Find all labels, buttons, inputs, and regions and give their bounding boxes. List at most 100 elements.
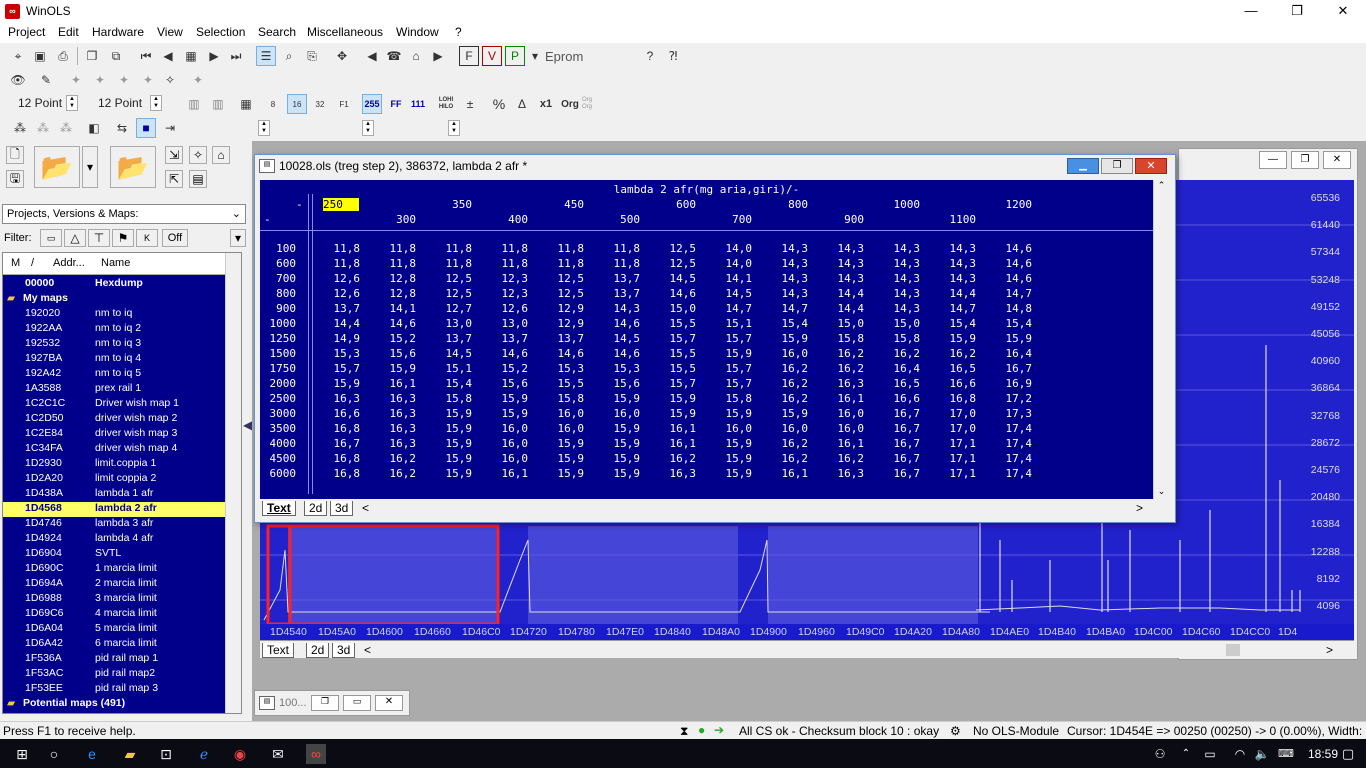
chrome-icon[interactable]: ◉ bbox=[230, 744, 250, 764]
x-axis-label[interactable]: 700 bbox=[712, 213, 752, 226]
font-size-1[interactable]: 12 Point bbox=[18, 96, 62, 110]
map-cell[interactable]: 16,1 bbox=[824, 392, 865, 405]
map-cell[interactable]: 16,3 bbox=[376, 437, 417, 450]
map-cell[interactable]: 16,6 bbox=[320, 407, 361, 420]
collapse-arrow-icon[interactable]: ◀ bbox=[243, 418, 252, 442]
map-cell[interactable]: 13,0 bbox=[488, 317, 529, 330]
map-cell[interactable]: 14,8 bbox=[992, 302, 1033, 315]
map-cell[interactable]: 16,1 bbox=[656, 437, 697, 450]
map-cell[interactable]: 12,5 bbox=[544, 287, 585, 300]
map-cell[interactable]: 15,8 bbox=[824, 332, 865, 345]
map-cell[interactable]: 17,0 bbox=[936, 422, 977, 435]
view-b-icon[interactable]: ⁂ bbox=[33, 118, 53, 138]
map-cell[interactable]: 16,5 bbox=[880, 377, 921, 390]
map-cell[interactable]: 15,9 bbox=[320, 377, 361, 390]
map-cell[interactable]: 14,4 bbox=[936, 287, 977, 300]
map-cell[interactable]: 15,0 bbox=[824, 317, 865, 330]
map-cell[interactable]: 14,9 bbox=[320, 332, 361, 345]
map-cell[interactable]: 16,7 bbox=[880, 452, 921, 465]
map-cell[interactable]: 17,3 bbox=[992, 407, 1033, 420]
map-vscroll[interactable]: ⌃ ⌄ bbox=[1153, 180, 1169, 499]
map-cell[interactable]: 12,3 bbox=[488, 272, 529, 285]
map-cell[interactable]: 17,1 bbox=[936, 437, 977, 450]
map-cell[interactable]: 15,9 bbox=[600, 422, 641, 435]
y-axis-label[interactable]: 6000 bbox=[260, 467, 297, 480]
map-cell[interactable]: 12,7 bbox=[432, 302, 473, 315]
tool-e-icon[interactable]: ✧ bbox=[160, 70, 180, 90]
list-item[interactable]: 1D6A42 6 marcia limit bbox=[3, 637, 225, 652]
map-cell[interactable]: 11,8 bbox=[432, 242, 473, 255]
map-cell[interactable]: 14,3 bbox=[824, 272, 865, 285]
list-item[interactable]: 1F53AC pid rail map2 bbox=[3, 667, 225, 682]
map-cell[interactable]: 16,7 bbox=[880, 407, 921, 420]
list-item[interactable]: 1927BA nm to iq 4 bbox=[3, 352, 225, 367]
view-c-icon[interactable]: ⁂ bbox=[56, 118, 76, 138]
map-cell[interactable]: 14,6 bbox=[376, 317, 417, 330]
map-cell[interactable]: 14,3 bbox=[768, 242, 809, 255]
map-cell[interactable]: 16,7 bbox=[880, 467, 921, 480]
grid-icon[interactable]: ▦ bbox=[181, 46, 201, 66]
spinner-c[interactable]: ▲ ▼ bbox=[448, 120, 460, 136]
map-cell[interactable]: 12,5 bbox=[656, 242, 697, 255]
map-minimize-button[interactable]: ▁ bbox=[1067, 158, 1099, 174]
copy-icon[interactable]: ⎘ bbox=[302, 46, 322, 66]
y-axis-label[interactable]: 1750 bbox=[260, 362, 297, 375]
map-cell[interactable]: 16,7 bbox=[320, 437, 361, 450]
map-cell[interactable]: 14,1 bbox=[712, 272, 753, 285]
map-cell[interactable]: 14,4 bbox=[320, 317, 361, 330]
map-cell[interactable]: 11,8 bbox=[320, 257, 361, 270]
pointer-tool-icon[interactable]: ⌖ bbox=[8, 46, 28, 66]
map-cell[interactable]: 16,3 bbox=[376, 407, 417, 420]
col-address[interactable]: Addr... bbox=[53, 257, 85, 269]
map-cell[interactable]: 15,9 bbox=[712, 407, 753, 420]
map-cell[interactable]: 14,4 bbox=[824, 287, 865, 300]
map-cell[interactable]: 15,9 bbox=[712, 467, 753, 480]
y-axis-label[interactable]: 4500 bbox=[260, 452, 297, 465]
map-cell[interactable]: 14,7 bbox=[936, 302, 977, 315]
spinner-a[interactable]: ▲ ▼ bbox=[258, 120, 270, 136]
map-cell[interactable]: 16,0 bbox=[488, 452, 529, 465]
menu-hardware[interactable]: Hardware bbox=[92, 25, 144, 39]
map-scroll-right-icon[interactable]: > bbox=[1136, 501, 1143, 515]
map-cell[interactable]: 16,1 bbox=[488, 467, 529, 480]
map-cell[interactable]: 16,2 bbox=[768, 437, 809, 450]
map-cell[interactable]: 13,7 bbox=[600, 287, 641, 300]
map-cell[interactable]: 15,8 bbox=[880, 332, 921, 345]
map-cell[interactable]: 16,7 bbox=[992, 362, 1033, 375]
map-cell[interactable]: 15,9 bbox=[432, 452, 473, 465]
map-cell[interactable]: 16,3 bbox=[376, 422, 417, 435]
map-cell[interactable]: 16,8 bbox=[320, 467, 361, 480]
map-cell[interactable]: 16,0 bbox=[488, 437, 529, 450]
map-cell[interactable]: 12,9 bbox=[544, 317, 585, 330]
map-cell[interactable]: 15,7 bbox=[712, 332, 753, 345]
search-icon[interactable]: ⌕ bbox=[279, 46, 299, 66]
map-cell[interactable]: 16,3 bbox=[824, 467, 865, 480]
list-item[interactable]: 1D4924 lambda 4 afr bbox=[3, 532, 225, 547]
map-cell[interactable]: 15,9 bbox=[656, 392, 697, 405]
map-cell[interactable]: 16,2 bbox=[936, 347, 977, 360]
map-cell[interactable]: 16,7 bbox=[880, 422, 921, 435]
view-e-icon[interactable]: ⇆ bbox=[112, 118, 132, 138]
map-cell[interactable]: 13,7 bbox=[432, 332, 473, 345]
wifi-icon[interactable]: ◠ bbox=[1230, 744, 1250, 764]
map-cell[interactable]: 11,8 bbox=[376, 257, 417, 270]
map-cell[interactable]: 12,6 bbox=[320, 272, 361, 285]
export-icon[interactable]: ⇱ bbox=[165, 170, 183, 188]
map-cell[interactable]: 15,2 bbox=[488, 362, 529, 375]
people-icon[interactable]: ⚇ bbox=[1150, 744, 1170, 764]
list-item[interactable]: 1D2930 limit.coppia 1 bbox=[3, 457, 225, 472]
view-d-icon[interactable]: ◧ bbox=[84, 118, 104, 138]
map-cell[interactable]: 16,3 bbox=[376, 392, 417, 405]
projects-select[interactable]: Projects, Versions & Maps: ⌄ bbox=[2, 204, 246, 224]
map-close-button[interactable]: ✕ bbox=[1135, 158, 1167, 174]
map-cell[interactable]: 17,1 bbox=[936, 452, 977, 465]
map-cell[interactable]: 14,6 bbox=[600, 317, 641, 330]
open-project-icon[interactable]: 📂 bbox=[110, 146, 156, 188]
y-axis-label[interactable]: 1500 bbox=[260, 347, 297, 360]
map-cell[interactable]: 15,9 bbox=[432, 437, 473, 450]
open-folder-icon[interactable]: 📂 bbox=[34, 146, 80, 188]
map-cell[interactable]: 14,7 bbox=[712, 302, 753, 315]
tool-b-icon[interactable]: ✦ bbox=[90, 70, 110, 90]
map-cell[interactable]: 15,9 bbox=[432, 422, 473, 435]
map-cell[interactable]: 15,6 bbox=[488, 377, 529, 390]
